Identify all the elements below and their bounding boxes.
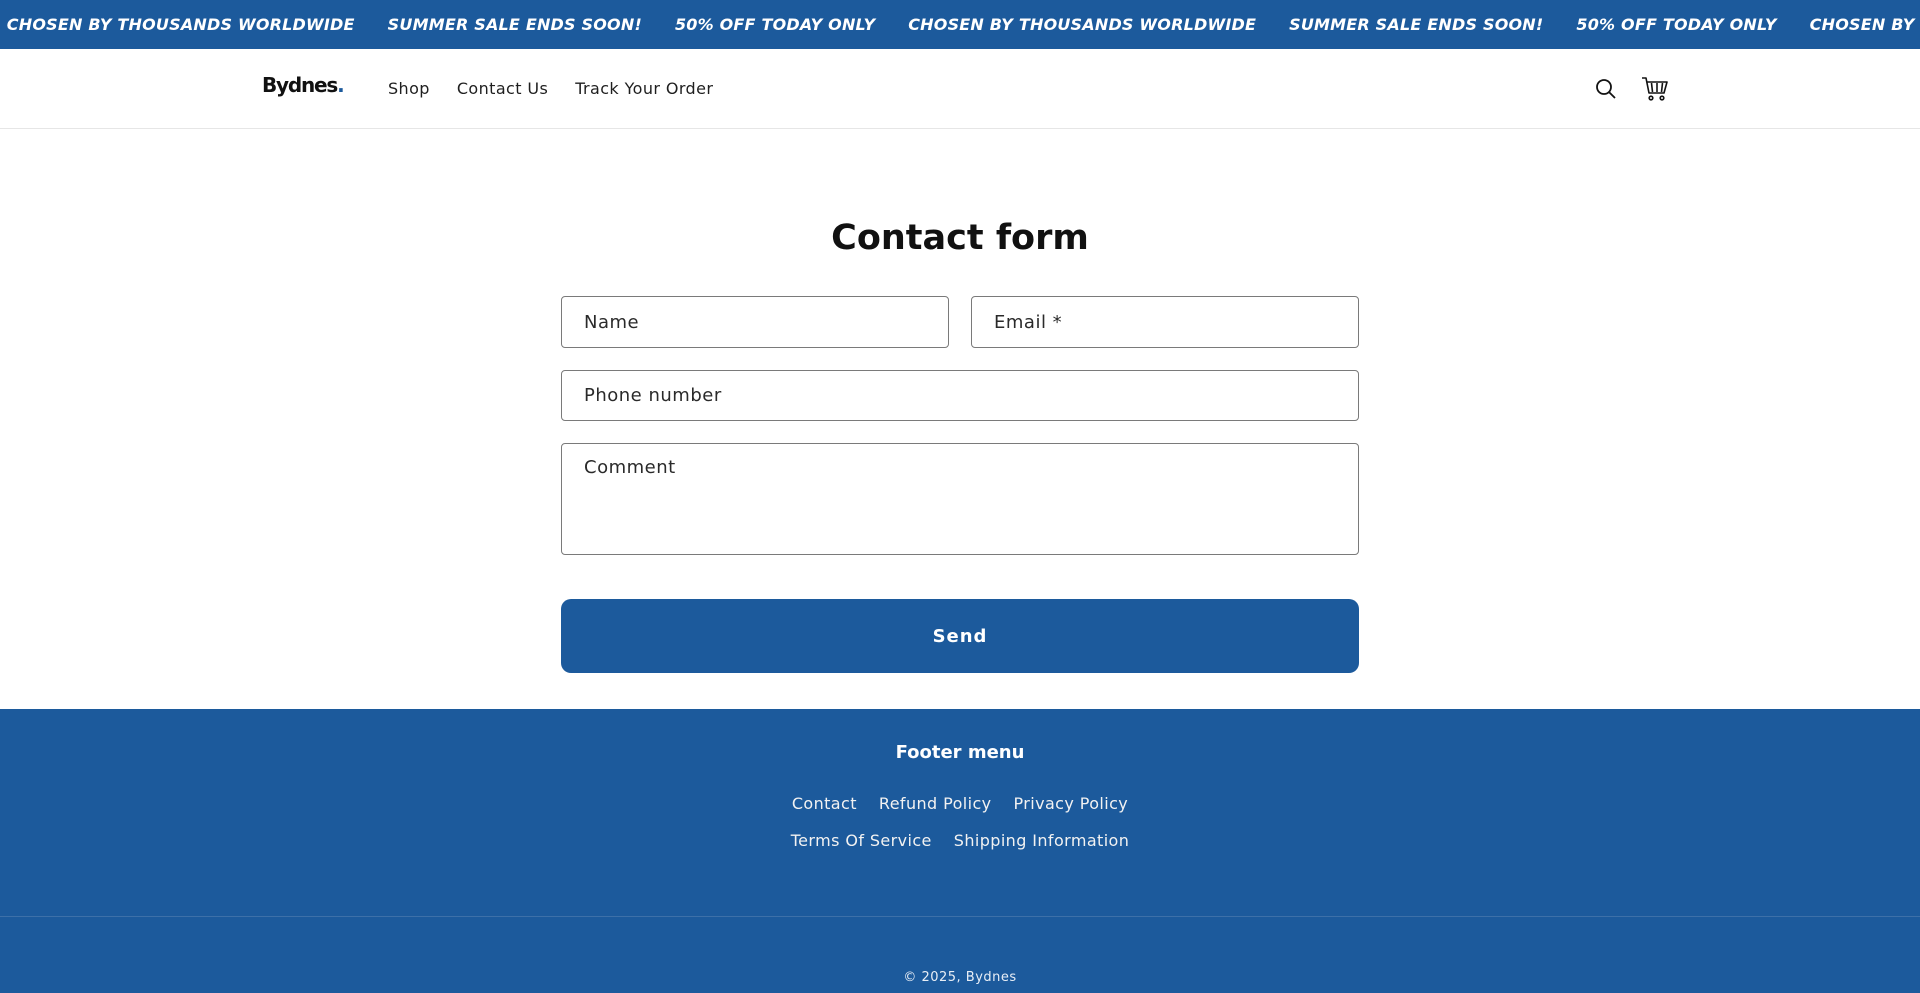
footer-links-row: Contact Refund Policy Privacy Policy <box>0 794 1920 813</box>
copyright-text: © 2025, Bydnes <box>903 970 1017 985</box>
footer-heading: Footer menu <box>895 742 1025 763</box>
footer-link-contact[interactable]: Contact <box>792 794 857 813</box>
logo-dot: . <box>337 73 345 97</box>
announcement-item: CHOSEN BY THOUSANDS WORLDWIDE <box>1809 15 1920 34</box>
main-nav: Shop Contact Us Track Your Order <box>388 79 713 98</box>
announcement-item: CHOSEN BY THOUSANDS WORLDWIDE <box>908 15 1257 34</box>
page-title: Contact form <box>831 218 1089 258</box>
nav-link-contact-us[interactable]: Contact Us <box>457 79 548 98</box>
footer-divider <box>0 916 1920 917</box>
logo-text: Bydnes <box>262 73 338 97</box>
comment-input[interactable] <box>562 444 1358 554</box>
announcement-item: CHOSEN BY THOUSANDS WORLDWIDE <box>6 15 355 34</box>
announcement-item: 50% OFF TODAY ONLY <box>674 15 876 34</box>
footer-links-row: Terms Of Service Shipping Information <box>0 831 1920 850</box>
announcement-bar: Y CHOSEN BY THOUSANDS WORLDWIDE SUMMER S… <box>0 0 1920 49</box>
announcement-track: Y CHOSEN BY THOUSANDS WORLDWIDE SUMMER S… <box>0 0 1920 49</box>
footer-link-terms-of-service[interactable]: Terms Of Service <box>791 831 932 850</box>
logo[interactable]: Bydnes. <box>262 73 345 97</box>
email-input[interactable] <box>972 297 1358 347</box>
nav-link-shop[interactable]: Shop <box>388 79 430 98</box>
site-header: Bydnes. Shop Contact Us Track Your Order <box>0 49 1920 129</box>
cart-icon <box>1642 77 1668 101</box>
send-button[interactable]: Send <box>561 599 1359 673</box>
name-input[interactable] <box>562 297 948 347</box>
announcement-item: SUMMER SALE ENDS SOON! <box>387 15 642 34</box>
email-field <box>971 296 1359 348</box>
footer-link-refund-policy[interactable]: Refund Policy <box>879 794 992 813</box>
comment-field <box>561 443 1359 555</box>
phone-field <box>561 370 1359 421</box>
nav-link-track-your-order[interactable]: Track Your Order <box>575 79 713 98</box>
announcement-item: SUMMER SALE ENDS SOON! <box>1289 15 1544 34</box>
search-icon <box>1596 79 1616 99</box>
phone-input[interactable] <box>562 371 1358 420</box>
site-footer: Footer menu Contact Refund Policy Privac… <box>0 709 1920 993</box>
name-field <box>561 296 949 348</box>
footer-link-privacy-policy[interactable]: Privacy Policy <box>1014 794 1129 813</box>
cart-button[interactable] <box>1639 73 1671 105</box>
search-button[interactable] <box>1590 73 1622 105</box>
announcement-item: 50% OFF TODAY ONLY <box>1576 15 1777 34</box>
footer-link-shipping-information[interactable]: Shipping Information <box>954 831 1130 850</box>
